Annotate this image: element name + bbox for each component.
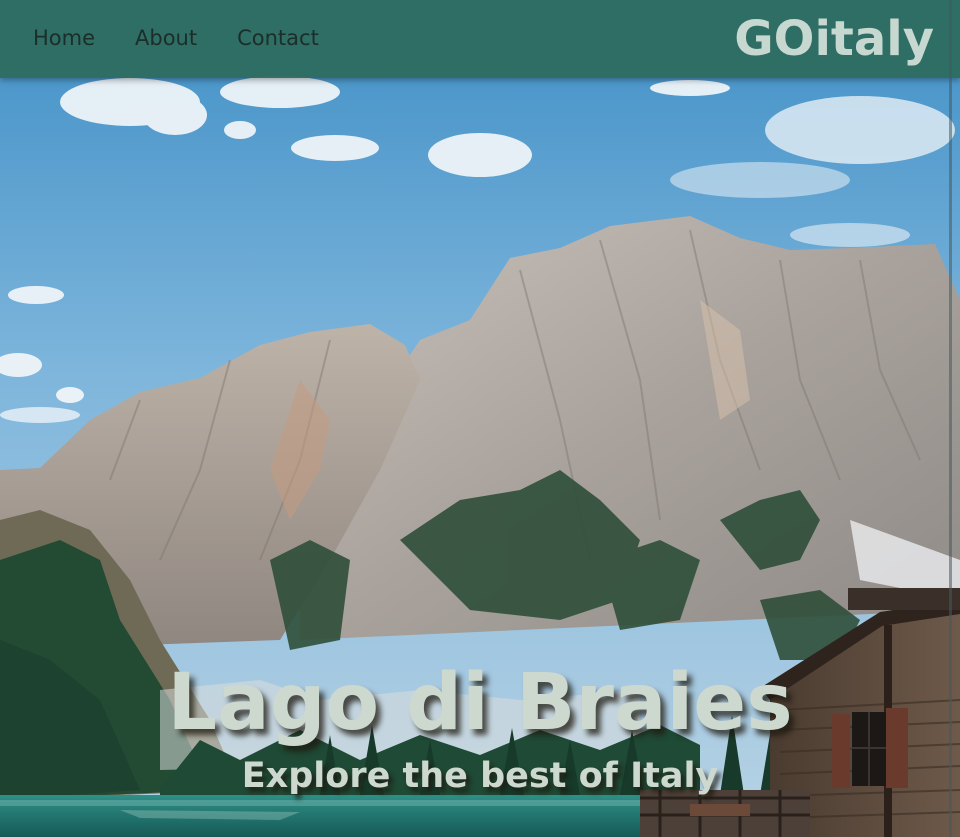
nav-links: Home About Contact — [33, 24, 319, 52]
hero-subtitle: Explore the best of Italy — [241, 756, 719, 796]
page-scrollbar[interactable] — [949, 0, 952, 837]
brand-logo[interactable]: GOitaly — [734, 9, 934, 69]
nav-contact-link[interactable]: Contact — [237, 24, 319, 52]
nav-home-link[interactable]: Home — [33, 24, 95, 52]
nav-about-link[interactable]: About — [135, 24, 197, 52]
hero-title: Lago di Braies — [167, 658, 793, 748]
page: Home About Contact GOitaly Lago di Braie… — [0, 0, 960, 837]
navbar: Home About Contact GOitaly — [0, 0, 960, 78]
